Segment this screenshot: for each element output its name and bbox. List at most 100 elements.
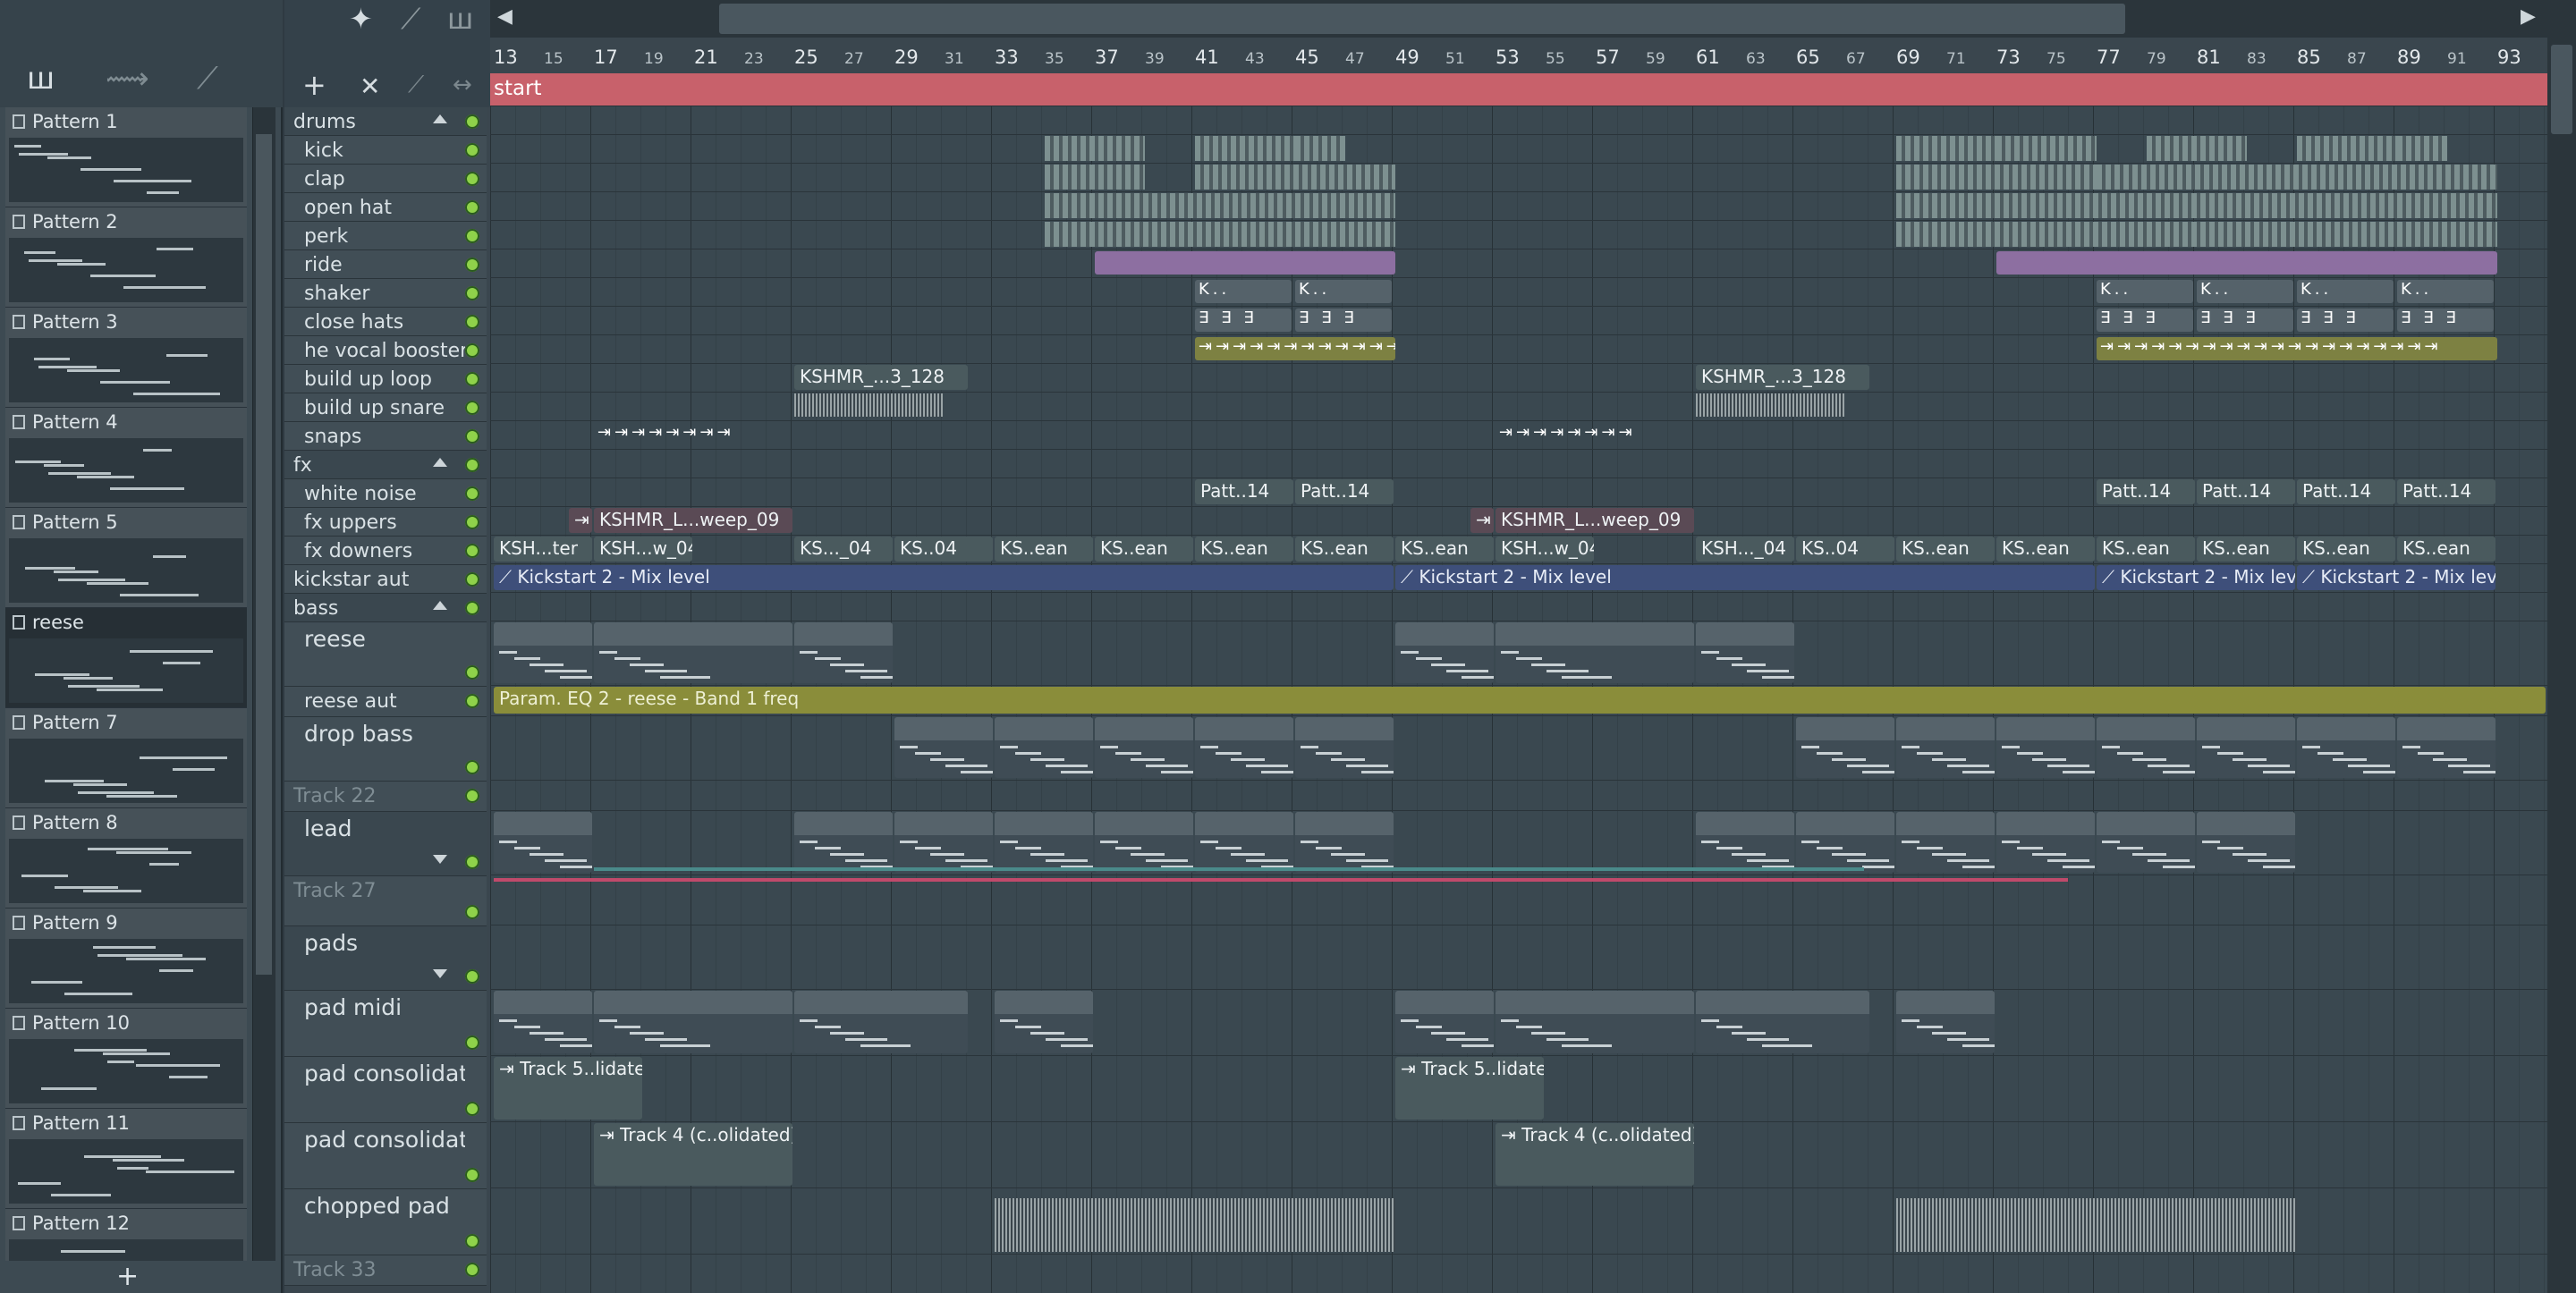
shaker-clip[interactable]: K.. (1195, 280, 1292, 303)
clip[interactable]: Patt..14 (2397, 479, 2496, 504)
clip[interactable]: KS..04 (1796, 537, 1894, 562)
clip[interactable]: Patt..11 (1095, 812, 1193, 873)
piano-roll-icon[interactable]: ш (27, 61, 55, 97)
track-enable-led[interactable] (465, 343, 479, 358)
drum-clip[interactable] (1195, 165, 1395, 190)
close-hats-clip[interactable]: ∃ ∃ ∃ (1195, 308, 1292, 332)
vertical-scrollbar[interactable] (2547, 0, 2576, 1293)
horizontal-scroll-thumb[interactable] (719, 4, 2125, 34)
drum-clip[interactable] (1896, 136, 1996, 161)
track-enable-led[interactable] (465, 760, 479, 774)
clip[interactable]: ⇥ Track 5..lidated) (494, 1057, 642, 1120)
track-row[interactable]: build up loop (284, 365, 487, 393)
pattern-item[interactable]: Pattern 11 (5, 1109, 247, 1209)
playlist-grid[interactable]: K.. K.. K.. K.. K.. K.. ∃ ∃ ∃ ∃ ∃ ∃ ∃ ∃ ∃ ∃ ∃ ∃ ∃ … (490, 106, 2547, 1293)
track-enable-led[interactable] (465, 458, 479, 472)
track-enable-led[interactable] (465, 1168, 479, 1182)
track-row[interactable]: pad consolidate.. (284, 1123, 487, 1189)
clip[interactable]: KS..._04 (794, 537, 893, 562)
clip[interactable]: Patt..11 (1295, 812, 1394, 873)
snaps-clip[interactable]: ⇥⇥⇥⇥⇥⇥⇥⇥ (1496, 423, 1696, 446)
track-enable-led[interactable] (465, 572, 479, 587)
track-enable-led[interactable] (465, 172, 479, 186)
track-row[interactable]: perk (284, 222, 487, 250)
chopped-pad-clip[interactable] (1896, 1198, 2297, 1252)
pattern-item[interactable]: Pattern 7 (5, 708, 247, 808)
clip[interactable]: Pattern 3 (1496, 991, 1694, 1053)
track-row[interactable]: open hat (284, 193, 487, 222)
clip[interactable]: Pat..n 8 (2297, 717, 2395, 778)
clip[interactable]: KSH...ter (494, 537, 592, 562)
track-enable-led[interactable] (465, 1102, 479, 1116)
piano-tool-icon[interactable]: ш (447, 2, 473, 36)
close-hats-clip[interactable]: ∃ ∃ ∃ (1295, 308, 1392, 332)
clip[interactable]: KS..ean (1395, 537, 1494, 562)
pattern-item[interactable]: Pattern 3 (5, 308, 247, 408)
clip[interactable]: Pattern 9 (1896, 991, 1995, 1053)
picker-scrollbar[interactable] (252, 107, 275, 1261)
clip[interactable]: reese (494, 622, 592, 683)
collapse-icon[interactable] (433, 458, 447, 467)
clip[interactable]: KSH..._04 (1696, 537, 1794, 562)
clip[interactable]: Pattern 5 (1496, 622, 1694, 683)
shaker-clip[interactable]: K.. (2297, 280, 2394, 303)
clip[interactable]: reese (1395, 622, 1494, 683)
drum-clip[interactable] (2397, 136, 2447, 161)
clip[interactable]: KS..ean (2197, 537, 2295, 562)
collapse-icon[interactable] (433, 114, 447, 123)
drum-clip[interactable] (1996, 136, 2097, 161)
link-tool-icon[interactable]: ⟋ (401, 2, 420, 37)
track-row[interactable]: ride (284, 250, 487, 279)
close-hats-clip[interactable]: ∃ ∃ ∃ (2397, 308, 2494, 332)
clip[interactable]: Patt..14 (1195, 479, 1293, 504)
clip[interactable]: Pat..n 8 (2097, 717, 2195, 778)
drum-clip[interactable] (1195, 136, 1295, 161)
track-row[interactable]: drums (284, 107, 487, 136)
clip[interactable]: Pattern 4 (1696, 991, 1869, 1053)
clip[interactable]: ⟋ Kickstart 2 - Mix level (1395, 565, 2095, 590)
clip[interactable]: Pattern 3 (594, 991, 792, 1053)
shaker-clip[interactable]: K.. (2097, 280, 2193, 303)
clip[interactable]: Patt..14 (2297, 479, 2395, 504)
track-row[interactable]: kickstar aut (284, 565, 487, 594)
resize-tool-icon[interactable]: ↔ (453, 72, 472, 98)
clip[interactable]: Pat..n 8 (1896, 717, 1995, 778)
track-row[interactable]: close hats (284, 308, 487, 336)
audio-wave-icon[interactable]: ⟿ (106, 61, 149, 97)
add-pattern-button[interactable]: + (116, 1261, 139, 1292)
pattern-item[interactable]: Pattern 9 (5, 908, 247, 1009)
track-row[interactable]: white noise (284, 479, 487, 508)
pattern-item[interactable]: reese (5, 608, 247, 708)
clip[interactable]: Patt..11 (1996, 812, 2095, 873)
clip[interactable]: Patt..12 (894, 812, 993, 873)
clip[interactable]: Pat..n 8 (1095, 717, 1193, 778)
clip[interactable]: Patt..11 (2197, 812, 2295, 873)
track-row[interactable]: pad midi (284, 991, 487, 1057)
clip[interactable]: KS..ean (2297, 537, 2395, 562)
track-row[interactable]: fx downers (284, 537, 487, 565)
clip[interactable]: Pat..n 8 (1295, 717, 1394, 778)
clip[interactable]: Patt..14 (2197, 479, 2295, 504)
track-enable-led[interactable] (465, 1263, 479, 1277)
clip[interactable]: KSHMR_...3_128 (1696, 365, 1869, 390)
drum-clip[interactable] (2097, 165, 2497, 190)
collapse-icon[interactable] (433, 969, 447, 978)
clip[interactable]: KSH...w_04 (1496, 537, 1594, 562)
clip[interactable]: KS..ean (2397, 537, 2496, 562)
track-enable-led[interactable] (465, 286, 479, 300)
clip[interactable]: ⇥ Track 5..lidated) (1395, 1057, 1544, 1120)
clip[interactable]: Patt..11 (995, 812, 1093, 873)
track-row[interactable]: reese (284, 622, 487, 687)
track-row[interactable]: reese aut (284, 687, 487, 717)
clip[interactable]: ⟋ Kickstart 2 - Mix level (494, 565, 1394, 590)
timeline-ruler[interactable]: 13 15 17 19 21 23 25 27 29 31 33 35 37 39 41 43 45 47 49 51… (490, 38, 2547, 73)
clip[interactable]: Pattern 9 (995, 991, 1093, 1053)
track-enable-led[interactable] (465, 258, 479, 272)
clip[interactable]: ⇥ (1470, 508, 1494, 533)
add-track-button[interactable]: + (302, 68, 326, 102)
clip[interactable]: Pattern 5 (594, 622, 792, 683)
clip[interactable]: Pat..n 8 (995, 717, 1093, 778)
clip[interactable]: ⇥ Track 4 (c..olidated) (1496, 1123, 1694, 1186)
brush-tool-icon[interactable]: ⟋ (408, 72, 424, 99)
drum-clip[interactable] (1896, 222, 2497, 247)
